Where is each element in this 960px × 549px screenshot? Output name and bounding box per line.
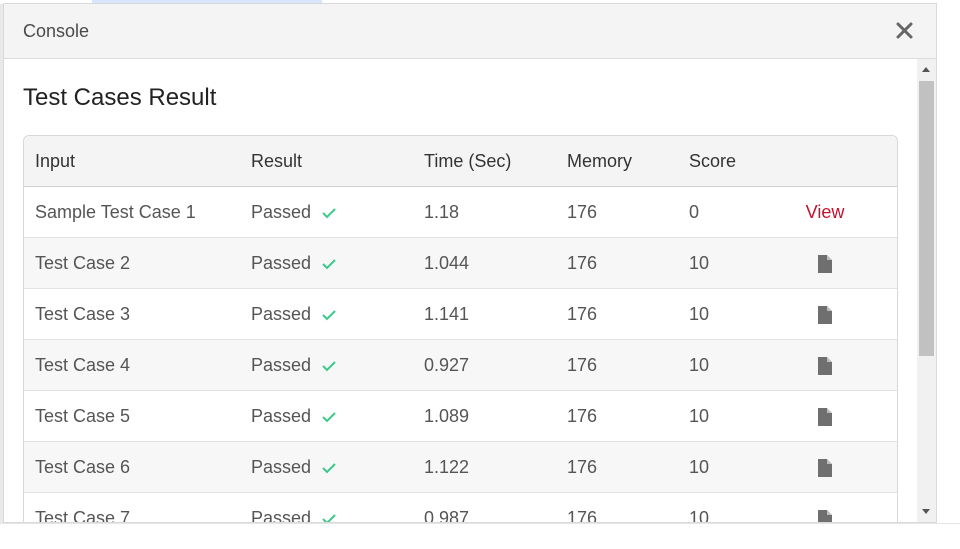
file-icon[interactable] [817, 305, 833, 325]
file-icon[interactable] [817, 509, 833, 522]
table-row: Test Case 2 Passed 1.044 176 10 [24, 238, 897, 289]
header-score: Score [689, 151, 737, 171]
header-result: Result [251, 151, 303, 171]
check-icon [322, 310, 336, 321]
check-icon [322, 259, 336, 270]
cell-time: 1.122 [424, 457, 470, 477]
results-table: Input Result Time (Sec) Memory Score Sam… [23, 135, 898, 522]
view-link[interactable]: View [806, 202, 845, 222]
cell-action: View [784, 187, 866, 237]
cell-action [784, 442, 866, 492]
cell-result: Passed [251, 442, 337, 492]
cell-time: 1.18 [424, 202, 460, 222]
check-icon [322, 208, 336, 219]
section-title: Test Cases Result [23, 84, 217, 111]
cell-result: Passed [251, 391, 337, 441]
cell-input: Test Case 6 [35, 457, 131, 477]
table-row: Test Case 7 Passed 0.987 176 10 [24, 493, 897, 522]
cell-score: 10 [689, 457, 710, 477]
console-content: Test Cases Result Input Result Time (Sec… [4, 59, 917, 522]
result-label: Passed [251, 304, 312, 324]
result-label: Passed [251, 355, 312, 375]
cell-time: 1.089 [424, 406, 470, 426]
cell-action [784, 238, 866, 288]
cell-time: 0.987 [424, 508, 470, 522]
cell-memory: 176 [567, 508, 598, 522]
cell-action [784, 391, 866, 441]
file-icon[interactable] [817, 254, 833, 274]
result-label: Passed [251, 202, 312, 222]
cell-input: Sample Test Case 1 [35, 202, 196, 222]
cell-score: 10 [689, 253, 710, 273]
scroll-down-arrow[interactable] [922, 509, 930, 514]
cell-score: 0 [689, 202, 700, 222]
cell-time: 1.141 [424, 304, 470, 324]
cell-score: 10 [689, 406, 710, 426]
cell-time: 1.044 [424, 253, 470, 273]
check-icon [322, 412, 336, 423]
cell-memory: 176 [567, 355, 598, 375]
cell-result: Passed [251, 289, 337, 339]
cell-action [784, 340, 866, 390]
cell-input: Test Case 4 [35, 355, 131, 375]
file-icon[interactable] [817, 356, 833, 376]
check-icon [322, 463, 336, 474]
cell-score: 10 [689, 304, 710, 324]
result-label: Passed [251, 508, 312, 522]
header-memory: Memory [567, 151, 633, 171]
close-icon [896, 22, 913, 39]
cell-memory: 176 [567, 253, 598, 273]
console-header: Console [4, 4, 936, 59]
header-input: Input [35, 151, 76, 171]
table-header-row: Input Result Time (Sec) Memory Score [24, 136, 897, 187]
check-icon [322, 514, 336, 522]
file-icon[interactable] [817, 458, 833, 478]
file-icon[interactable] [817, 407, 833, 427]
cell-time: 0.927 [424, 355, 470, 375]
cell-input: Test Case 5 [35, 406, 131, 426]
table-row: Test Case 6 Passed 1.122 176 10 [24, 442, 897, 493]
cell-memory: 176 [567, 406, 598, 426]
cell-memory: 176 [567, 457, 598, 477]
result-label: Passed [251, 457, 312, 477]
cell-input: Test Case 7 [35, 508, 131, 522]
right-gutter [937, 0, 960, 523]
cell-input: Test Case 2 [35, 253, 131, 273]
table-row: Test Case 5 Passed 1.089 176 10 [24, 391, 897, 442]
bottom-bar [0, 523, 960, 549]
cell-action [784, 289, 866, 339]
check-icon [322, 361, 336, 372]
table-row: Sample Test Case 1 Passed 1.18 176 0 View [24, 187, 897, 238]
console-panel: Console Test Cases Result Input Result T… [3, 3, 937, 523]
scroll-thumb[interactable] [919, 81, 934, 356]
scroll-up-arrow[interactable] [922, 67, 930, 72]
header-time: Time (Sec) [424, 151, 512, 171]
cell-score: 10 [689, 508, 710, 522]
result-label: Passed [251, 253, 312, 273]
table-row: Test Case 3 Passed 1.141 176 10 [24, 289, 897, 340]
cell-action [784, 493, 866, 522]
vertical-scrollbar[interactable] [917, 59, 936, 522]
cell-result: Passed [251, 340, 337, 390]
cell-result: Passed [251, 493, 337, 522]
cell-input: Test Case 3 [35, 304, 131, 324]
cell-memory: 176 [567, 202, 598, 222]
result-label: Passed [251, 406, 312, 426]
table-row: Test Case 4 Passed 0.927 176 10 [24, 340, 897, 391]
close-button[interactable] [890, 16, 918, 44]
cell-result: Passed [251, 187, 337, 237]
console-title: Console [23, 21, 90, 41]
cell-memory: 176 [567, 304, 598, 324]
cell-result: Passed [251, 238, 337, 288]
cell-score: 10 [689, 355, 710, 375]
